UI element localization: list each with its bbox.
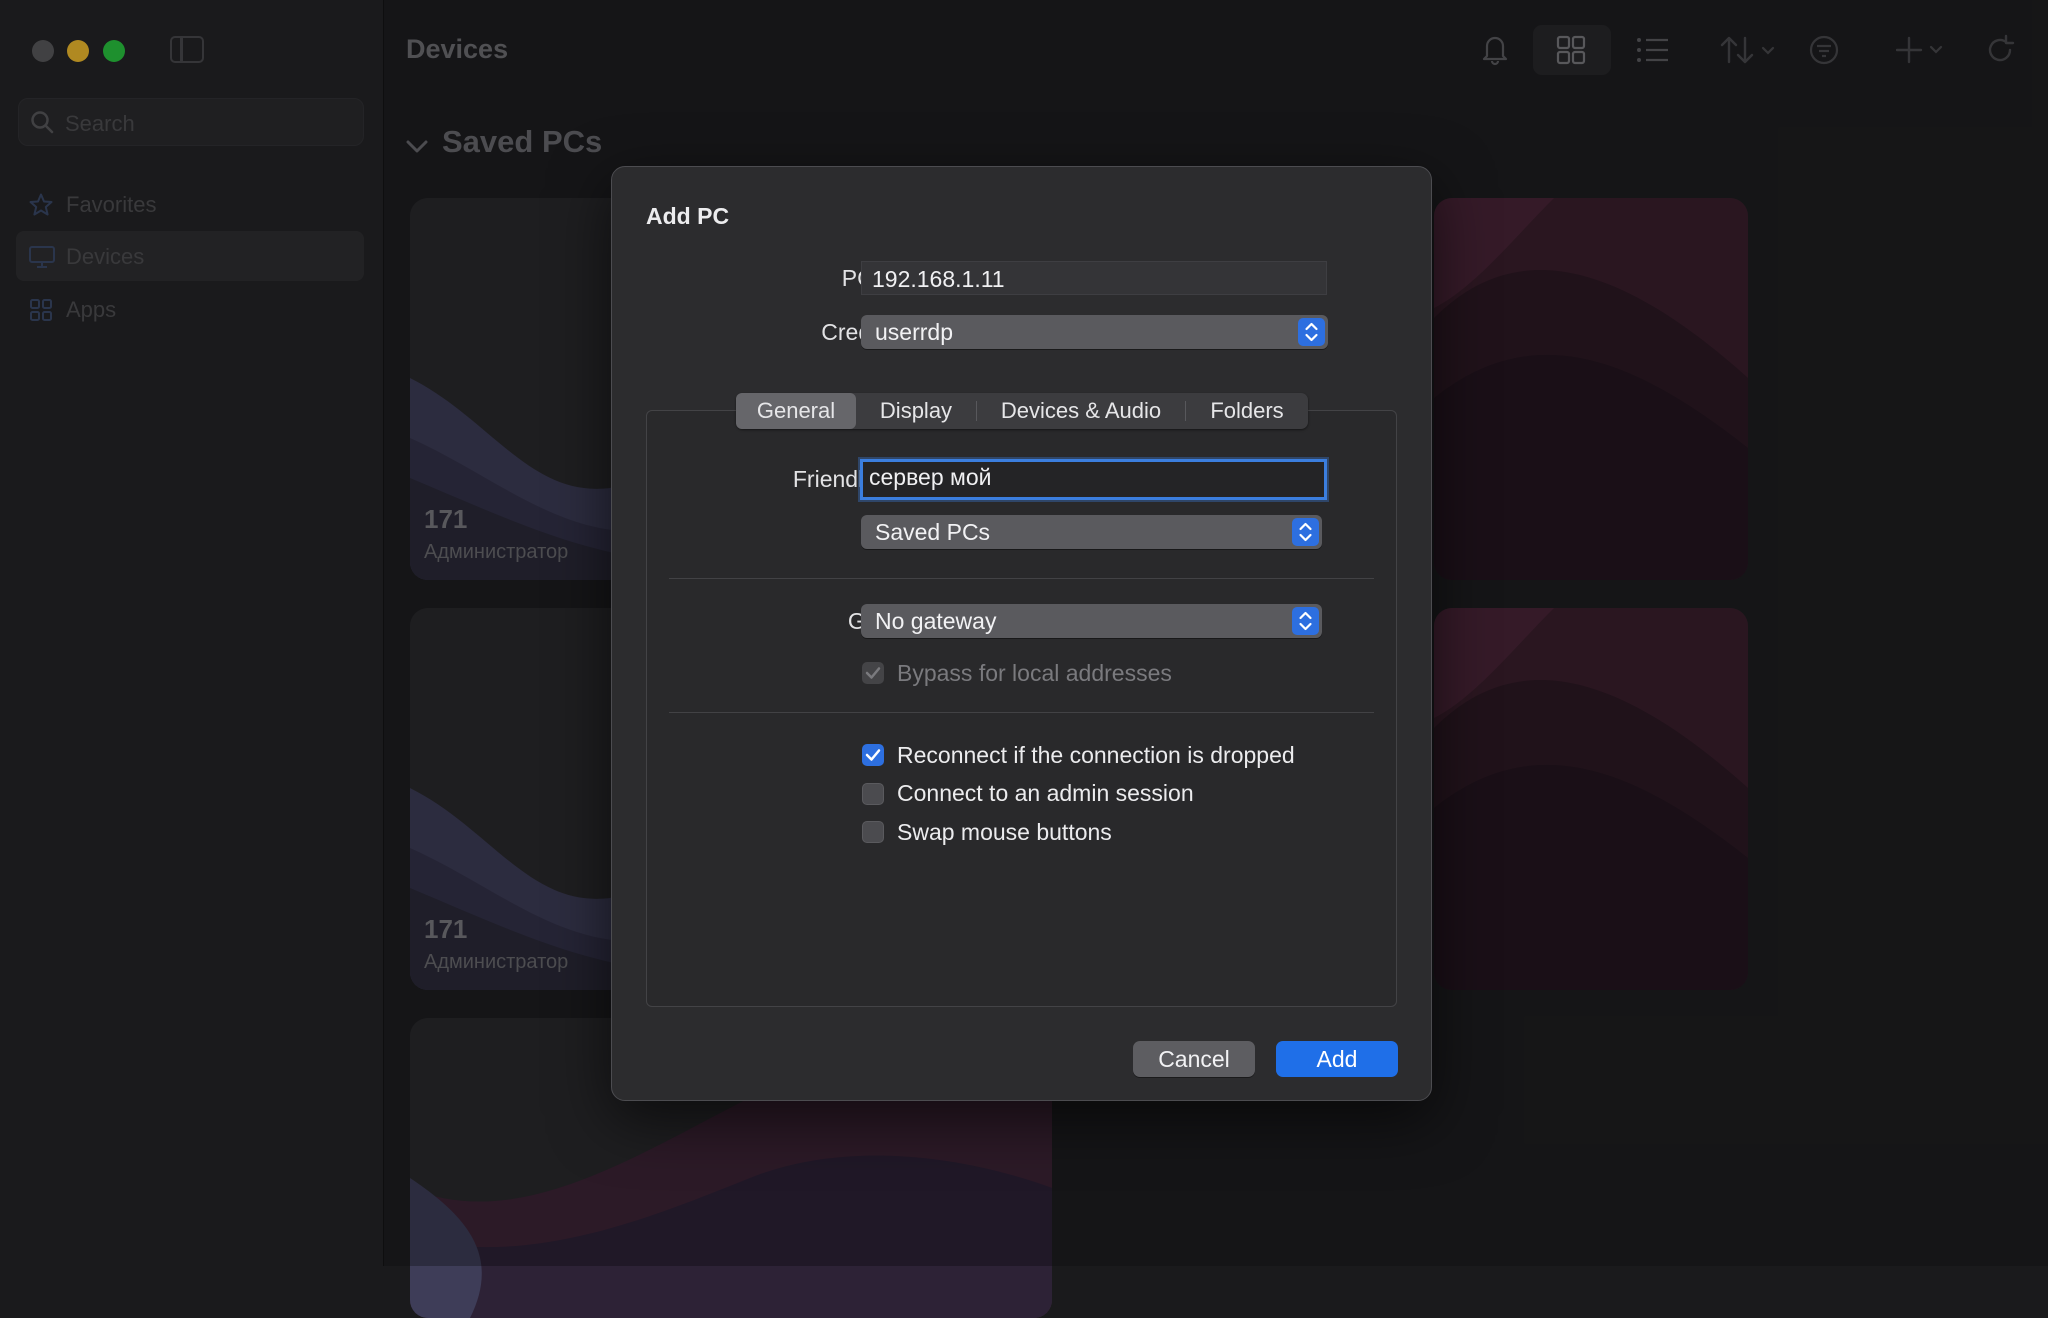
- bypass-label: Bypass for local addresses: [897, 660, 1172, 686]
- reconnect-label: Reconnect if the connection is dropped: [897, 742, 1295, 768]
- tab-folders[interactable]: Folders: [1186, 393, 1308, 429]
- add-button[interactable]: Add: [1276, 1041, 1398, 1077]
- tab-panel: Friendly name: сервер мой Group: Saved P…: [646, 410, 1397, 1007]
- gateway-value: No gateway: [875, 608, 997, 634]
- divider: [669, 578, 1374, 579]
- popup-arrows-icon: [1292, 607, 1319, 635]
- tab-display[interactable]: Display: [856, 393, 976, 429]
- swap-mouse-label: Swap mouse buttons: [897, 819, 1112, 845]
- credentials-value: userrdp: [875, 319, 953, 345]
- dialog-title: Add PC: [646, 203, 730, 229]
- bypass-checkbox[interactable]: [862, 662, 884, 684]
- admin-session-checkbox[interactable]: [862, 783, 884, 805]
- swap-mouse-checkbox[interactable]: [862, 821, 884, 843]
- tab-general[interactable]: General: [736, 393, 856, 429]
- popup-arrows-icon: [1292, 518, 1319, 546]
- add-pc-dialog: Add PC PC name: 192.168.1.11 Credentials…: [611, 166, 1432, 1101]
- gateway-popup[interactable]: No gateway: [861, 604, 1322, 638]
- cancel-button[interactable]: Cancel: [1133, 1041, 1255, 1077]
- tab-bar: General Display Devices & Audio Folders: [736, 393, 1308, 429]
- friendly-name-field[interactable]: сервер мой: [860, 459, 1327, 500]
- tab-devices-audio[interactable]: Devices & Audio: [977, 393, 1185, 429]
- credentials-popup[interactable]: userrdp: [861, 315, 1328, 349]
- popup-arrows-icon: [1298, 318, 1325, 346]
- reconnect-checkbox[interactable]: [862, 744, 884, 766]
- pc-name-field[interactable]: 192.168.1.11: [861, 261, 1327, 295]
- admin-session-label: Connect to an admin session: [897, 780, 1194, 806]
- checkmark-icon: [865, 749, 881, 761]
- group-popup[interactable]: Saved PCs: [861, 515, 1322, 549]
- divider: [669, 712, 1374, 713]
- group-value: Saved PCs: [875, 519, 991, 545]
- checkmark-icon: [865, 667, 881, 679]
